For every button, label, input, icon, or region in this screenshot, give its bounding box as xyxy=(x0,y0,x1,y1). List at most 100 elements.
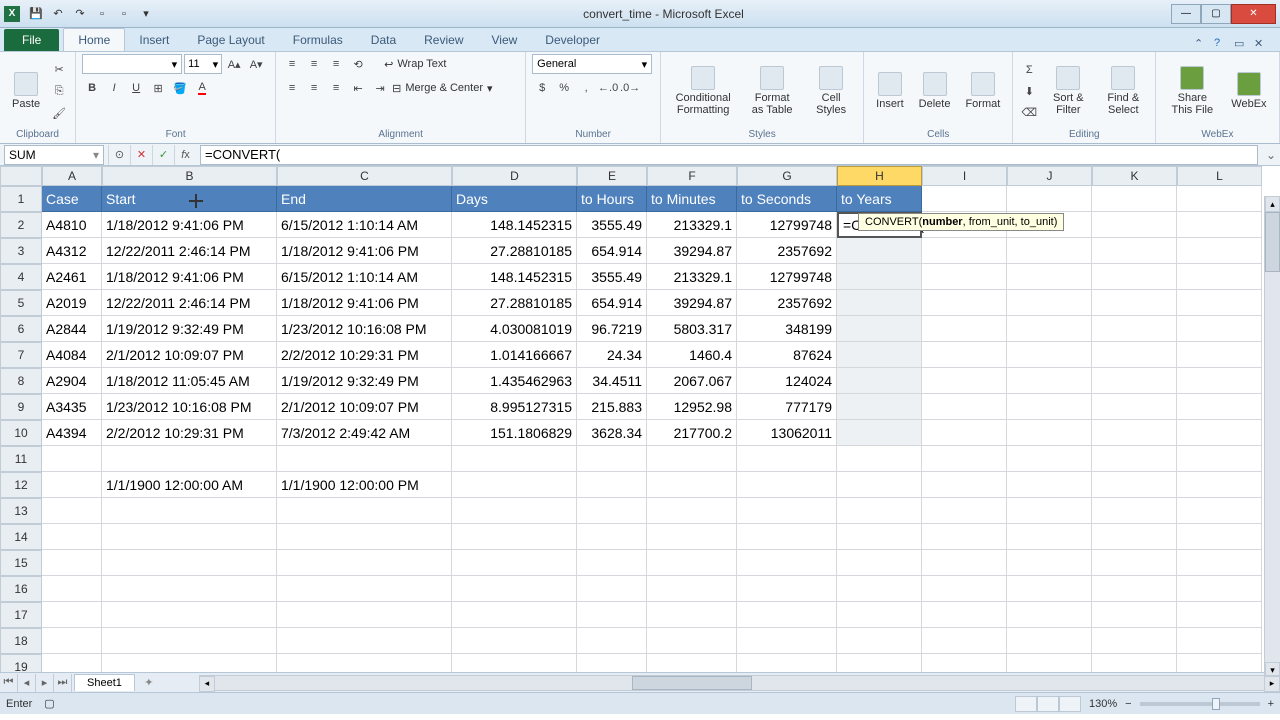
cell[interactable] xyxy=(452,628,577,654)
cell[interactable] xyxy=(647,524,737,550)
row-header[interactable]: 7 xyxy=(0,342,42,368)
cell[interactable]: 2/1/2012 10:09:07 PM xyxy=(102,342,277,368)
cell[interactable]: 8.995127315 xyxy=(452,394,577,420)
cell[interactable] xyxy=(1007,316,1092,342)
page-break-view-button[interactable] xyxy=(1059,696,1081,712)
name-box[interactable]: SUM▾ xyxy=(4,145,104,165)
cell[interactable] xyxy=(452,446,577,472)
col-header[interactable]: D xyxy=(452,166,577,186)
cell[interactable] xyxy=(42,550,102,576)
cell[interactable] xyxy=(1177,654,1262,672)
sort-filter-button[interactable]: Sort & Filter xyxy=(1042,64,1094,118)
cell[interactable]: to Hours xyxy=(577,186,647,212)
macro-record-icon[interactable]: ▢ xyxy=(44,697,54,710)
cell[interactable] xyxy=(647,498,737,524)
cell[interactable]: End xyxy=(277,186,452,212)
cell[interactable] xyxy=(837,342,922,368)
undo-icon[interactable]: ↶ xyxy=(48,4,68,24)
redo-icon[interactable]: ↷ xyxy=(70,4,90,24)
align-middle-icon[interactable]: ≡ xyxy=(304,54,324,74)
cell[interactable] xyxy=(922,368,1007,394)
row-header[interactable]: 6 xyxy=(0,316,42,342)
orientation-icon[interactable]: ⟲ xyxy=(348,54,368,74)
cell[interactable] xyxy=(452,524,577,550)
cell[interactable] xyxy=(647,654,737,672)
cell[interactable] xyxy=(577,654,647,672)
copy-icon[interactable]: ⎘ xyxy=(49,81,69,101)
row-header[interactable]: 15 xyxy=(0,550,42,576)
cell[interactable] xyxy=(102,576,277,602)
autosum-icon[interactable]: Σ xyxy=(1019,60,1039,80)
cell[interactable]: 213329.1 xyxy=(647,212,737,238)
cell[interactable] xyxy=(1177,524,1262,550)
cell[interactable] xyxy=(1092,238,1177,264)
cell[interactable] xyxy=(577,446,647,472)
cell[interactable]: 4.030081019 xyxy=(452,316,577,342)
cell[interactable]: 654.914 xyxy=(577,290,647,316)
cell[interactable] xyxy=(1007,628,1092,654)
col-header[interactable]: J xyxy=(1007,166,1092,186)
cell[interactable] xyxy=(42,472,102,498)
cell[interactable]: 27.28810185 xyxy=(452,238,577,264)
cell[interactable] xyxy=(922,186,1007,212)
cell[interactable] xyxy=(922,420,1007,446)
align-bottom-icon[interactable]: ≡ xyxy=(326,54,346,74)
cell[interactable] xyxy=(1092,264,1177,290)
qat-btn[interactable]: ▫ xyxy=(114,4,134,24)
cell[interactable] xyxy=(837,576,922,602)
col-header[interactable]: G xyxy=(737,166,837,186)
increase-decimal-icon[interactable]: ←.0 xyxy=(598,78,618,98)
cell[interactable] xyxy=(1092,316,1177,342)
scroll-right-icon[interactable]: ▸ xyxy=(1264,676,1280,692)
cell[interactable] xyxy=(102,602,277,628)
cell[interactable]: 654.914 xyxy=(577,238,647,264)
cell[interactable] xyxy=(647,576,737,602)
cell[interactable]: 39294.87 xyxy=(647,290,737,316)
share-file-button[interactable]: Share This File xyxy=(1162,64,1222,118)
cell[interactable] xyxy=(277,654,452,672)
cell[interactable] xyxy=(737,628,837,654)
cell[interactable] xyxy=(577,576,647,602)
insert-function-button[interactable]: fx xyxy=(174,145,196,165)
col-header[interactable]: L xyxy=(1177,166,1262,186)
range-selector-icon[interactable]: ⊙ xyxy=(108,145,130,165)
row-header[interactable]: 3 xyxy=(0,238,42,264)
cell[interactable]: 3555.49 xyxy=(577,212,647,238)
cell[interactable]: 96.7219 xyxy=(577,316,647,342)
decrease-font-icon[interactable]: A▾ xyxy=(246,54,266,74)
cell[interactable] xyxy=(647,550,737,576)
row-header[interactable]: 10 xyxy=(0,420,42,446)
cell[interactable] xyxy=(577,550,647,576)
cell[interactable]: 2357692 xyxy=(737,238,837,264)
cell[interactable]: 1/1/1900 12:00:00 PM xyxy=(277,472,452,498)
last-sheet-icon[interactable]: ⏭ xyxy=(54,674,72,692)
row-header[interactable]: 18 xyxy=(0,628,42,654)
cell[interactable]: 1.435462963 xyxy=(452,368,577,394)
cell[interactable] xyxy=(1007,290,1092,316)
align-right-icon[interactable]: ≡ xyxy=(326,78,346,98)
tab-insert[interactable]: Insert xyxy=(125,29,183,51)
cell[interactable] xyxy=(922,498,1007,524)
cell[interactable] xyxy=(922,290,1007,316)
cell[interactable]: A4312 xyxy=(42,238,102,264)
cell[interactable] xyxy=(42,602,102,628)
cell[interactable] xyxy=(1177,238,1262,264)
cell[interactable] xyxy=(922,550,1007,576)
cell[interactable] xyxy=(1007,576,1092,602)
save-icon[interactable]: 💾 xyxy=(26,4,46,24)
normal-view-button[interactable] xyxy=(1015,696,1037,712)
cell[interactable] xyxy=(1177,498,1262,524)
formula-input[interactable]: =CONVERT( xyxy=(200,145,1258,165)
increase-indent-icon[interactable]: ⇥ xyxy=(370,78,390,98)
cell[interactable]: 151.1806829 xyxy=(452,420,577,446)
cell[interactable] xyxy=(1177,264,1262,290)
cell[interactable]: 12952.98 xyxy=(647,394,737,420)
cell[interactable] xyxy=(277,524,452,550)
cell[interactable] xyxy=(1007,524,1092,550)
window-restore-icon[interactable]: ▭ xyxy=(1234,37,1248,51)
cell[interactable] xyxy=(1092,576,1177,602)
cell[interactable] xyxy=(837,316,922,342)
cell[interactable]: 1/1/1900 12:00:00 AM xyxy=(102,472,277,498)
cell[interactable] xyxy=(277,550,452,576)
decrease-decimal-icon[interactable]: .0→ xyxy=(620,78,640,98)
